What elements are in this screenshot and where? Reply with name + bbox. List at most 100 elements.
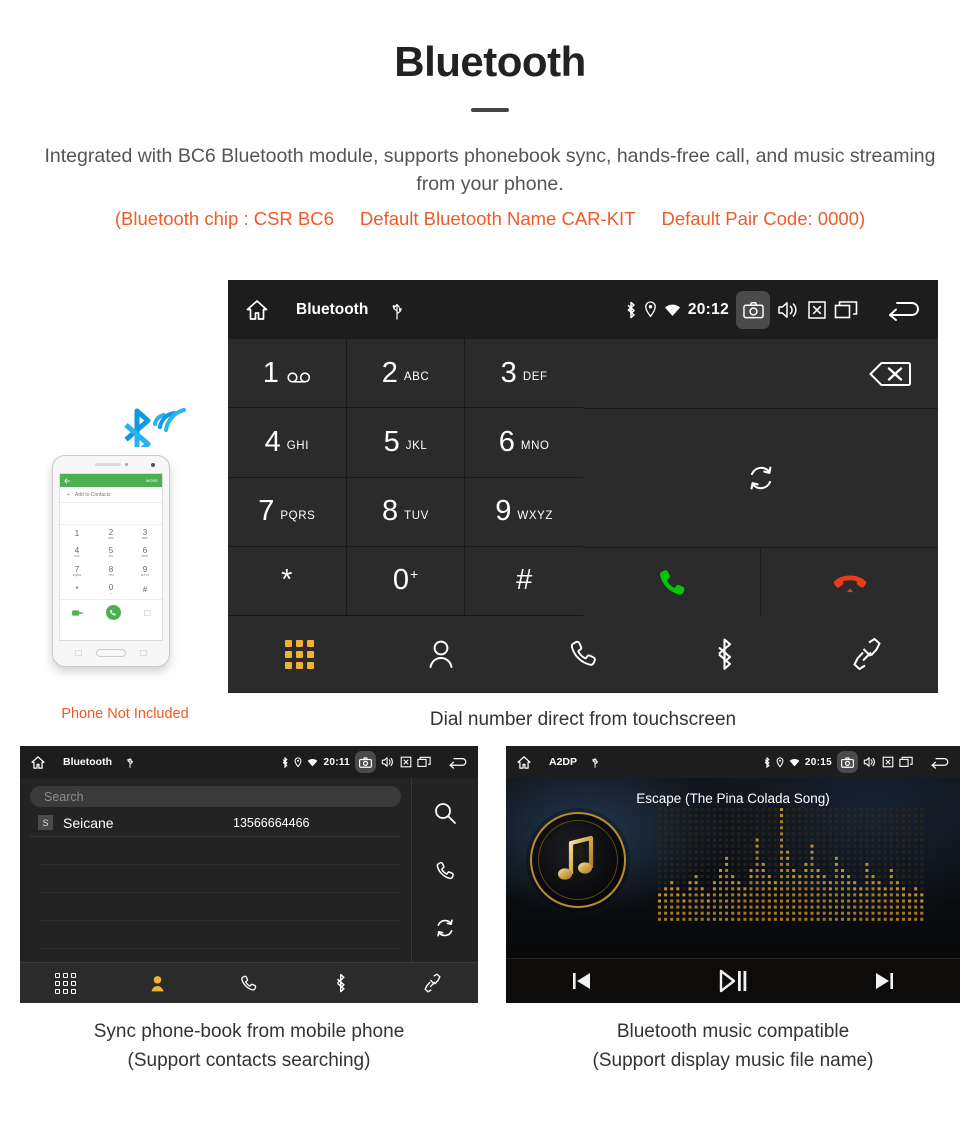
home-icon[interactable]	[244, 298, 270, 322]
bluetooth-icon	[763, 756, 771, 768]
previous-track-button[interactable]	[506, 970, 657, 992]
close-box-icon[interactable]	[400, 756, 412, 768]
back-icon[interactable]	[888, 299, 922, 321]
close-box-icon[interactable]	[882, 756, 894, 768]
key-8[interactable]: 8 TUV	[346, 477, 465, 546]
phone-key-digit: 9	[142, 564, 148, 574]
phone-key-4[interactable]: 4 GHI	[60, 544, 94, 563]
album-art	[530, 812, 626, 908]
key-3[interactable]: 3 DEF	[465, 339, 583, 408]
key-letters: MNO	[520, 440, 550, 453]
next-track-button[interactable]	[809, 970, 960, 992]
phone-key-1[interactable]: 1	[60, 525, 94, 544]
close-box-icon[interactable]	[807, 300, 827, 320]
key-5[interactable]: 5 JKL	[346, 408, 465, 477]
recent-apps-icon[interactable]	[899, 756, 913, 768]
camera-icon[interactable]	[736, 290, 770, 329]
phone-key-0[interactable]: 0 +	[94, 581, 128, 600]
phone-recents-key[interactable]	[75, 650, 82, 656]
home-icon[interactable]	[30, 755, 46, 770]
recent-apps-icon[interactable]	[417, 756, 431, 768]
key-9[interactable]: 9 WXYZ	[465, 477, 583, 546]
music-stage: Escape (The Pina Colada Song)	[506, 778, 960, 958]
phone-home-key[interactable]	[96, 649, 126, 657]
volume-icon[interactable]	[381, 756, 395, 768]
key-hash[interactable]: #	[465, 546, 583, 615]
phone-key-5[interactable]: 5 JKL	[94, 544, 128, 563]
list-item[interactable]	[38, 837, 401, 865]
key-7[interactable]: 7 PQRS	[228, 477, 346, 546]
nav-call-log[interactable]	[203, 974, 295, 993]
home-icon[interactable]	[516, 755, 532, 770]
phone-key-9[interactable]: 9 WXYZ	[128, 562, 162, 581]
back-arrow-icon[interactable]	[64, 477, 71, 484]
key-star[interactable]: *	[228, 546, 346, 615]
recent-apps-icon[interactable]	[834, 300, 858, 320]
phone-key-letters: DEF	[142, 536, 148, 540]
nav-call-log[interactable]	[512, 638, 654, 670]
list-item[interactable]	[38, 893, 401, 921]
list-item[interactable]	[38, 865, 401, 893]
backspace-button[interactable]	[583, 339, 938, 408]
key-4[interactable]: 4 GHI	[228, 408, 346, 477]
key-letters: DEF	[522, 371, 548, 384]
nav-keypad[interactable]	[228, 639, 370, 669]
phone-key-star[interactable]: *	[60, 581, 94, 600]
phone-number-field[interactable]	[60, 503, 162, 525]
phone-key-digit: 0	[108, 583, 114, 593]
nav-bluetooth[interactable]	[295, 973, 387, 993]
phone-more-label[interactable]: MORE	[146, 478, 158, 483]
phone-key-6[interactable]: 6 MNO	[128, 544, 162, 563]
usb-icon	[591, 756, 599, 768]
dialer-title: Bluetooth	[296, 300, 369, 318]
sync-button[interactable]	[583, 409, 938, 547]
list-item[interactable]	[38, 921, 401, 949]
back-icon[interactable]	[449, 756, 468, 769]
contact-number: 13566664466	[233, 815, 310, 830]
search-icon[interactable]	[433, 801, 457, 825]
phone-key-letters: JKL	[108, 555, 114, 559]
end-call-button[interactable]	[761, 548, 938, 617]
nav-pair[interactable]	[796, 637, 938, 671]
phone-icon	[567, 638, 599, 670]
sync-icon[interactable]	[434, 917, 456, 939]
nav-bluetooth[interactable]	[654, 637, 796, 671]
nav-contacts[interactable]	[112, 974, 204, 993]
back-icon[interactable]	[931, 756, 950, 769]
phonebook-status-bar: Bluetooth 20:11	[20, 746, 478, 778]
link-icon	[423, 973, 442, 993]
volume-icon[interactable]	[777, 300, 800, 320]
phone-add-contacts-row[interactable]: + Add to Contacts	[60, 487, 162, 503]
key-0[interactable]: 0+	[346, 546, 465, 615]
phone-key-hash[interactable]: #	[128, 581, 162, 600]
key-6[interactable]: 6 MNO	[465, 408, 583, 477]
play-pause-button[interactable]	[657, 969, 808, 993]
music-clock: 20:15	[804, 756, 832, 768]
search-input[interactable]: Search	[30, 786, 401, 807]
nav-contacts[interactable]	[370, 638, 512, 670]
key-1[interactable]: 1	[228, 339, 346, 408]
phone-key-3[interactable]: 3 DEF	[128, 525, 162, 544]
phone-key-7[interactable]: 7 PQRS	[60, 562, 94, 581]
call-button[interactable]	[583, 548, 760, 617]
phone-icon[interactable]	[434, 860, 456, 882]
music-title: A2DP	[549, 756, 578, 768]
phone-key-letters: +	[110, 592, 112, 596]
add-contacts-label: Add to Contacts	[74, 491, 111, 498]
phone-key-2[interactable]: 2 ABC	[94, 525, 128, 544]
phone-key-letters: GHI	[74, 555, 80, 559]
key-letters: PQRS	[280, 509, 316, 522]
phone-key-8[interactable]: 8 TUV	[94, 562, 128, 581]
phone-add-icon[interactable]	[71, 609, 83, 617]
nav-keypad[interactable]	[20, 972, 112, 994]
key-digit: 8	[382, 495, 399, 528]
phone-backspace-icon[interactable]	[143, 609, 151, 616]
camera-icon[interactable]	[355, 751, 376, 773]
camera-icon[interactable]	[837, 751, 858, 773]
nav-pair[interactable]	[386, 973, 478, 993]
contact-row[interactable]: S Seicane 13566664466	[30, 809, 401, 837]
key-2[interactable]: 2 ABC	[346, 339, 465, 408]
phone-back-key[interactable]	[140, 650, 147, 656]
volume-icon[interactable]	[863, 756, 877, 768]
phone-call-button[interactable]	[105, 605, 121, 620]
